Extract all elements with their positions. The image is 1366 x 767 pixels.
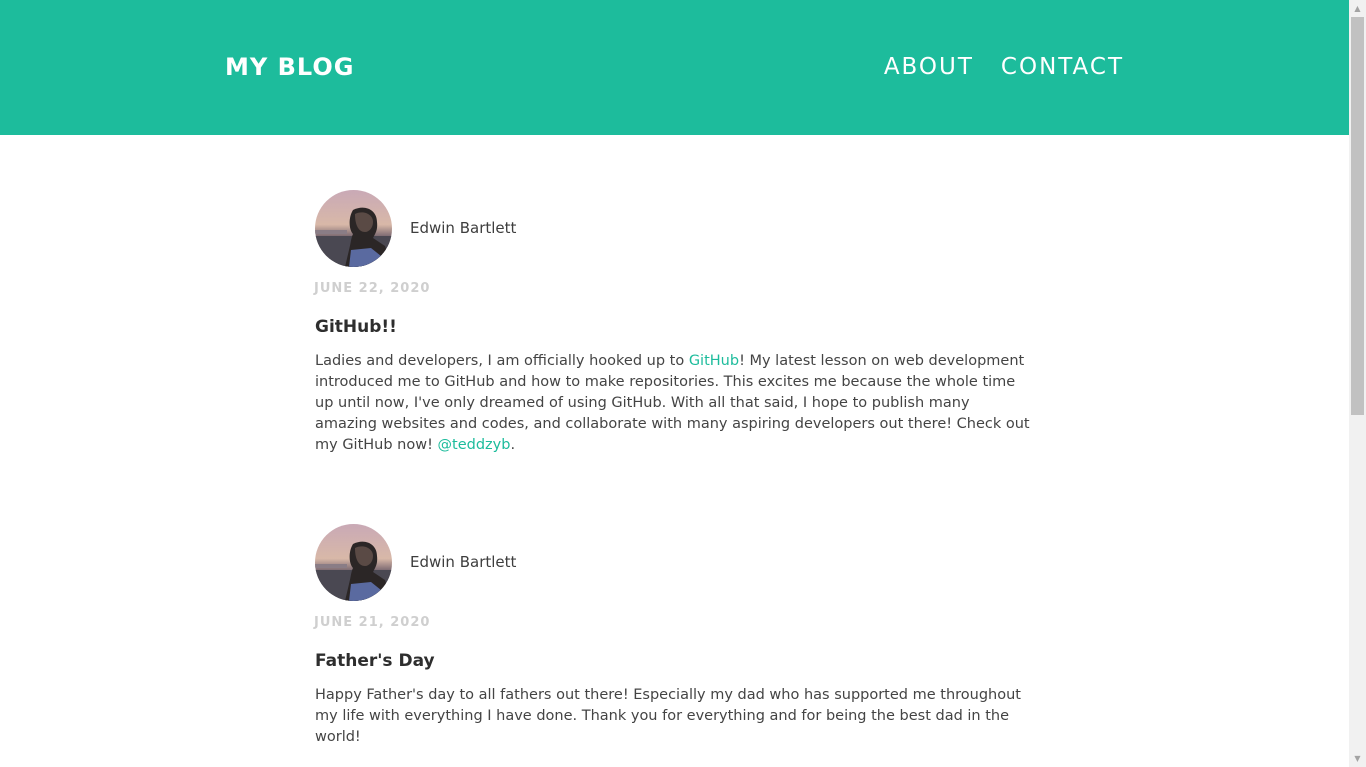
post-text: .	[510, 437, 516, 453]
author-avatar	[315, 189, 392, 267]
post-author-row: Edwin Bartlett	[315, 523, 1035, 601]
post-text: Ladies and developers, I am officially h…	[315, 353, 689, 369]
github-handle-link[interactable]: @teddzyb	[438, 437, 511, 453]
post-author-row: Edwin Bartlett	[315, 189, 1035, 267]
main-nav: ABOUT CONTACT	[884, 51, 1124, 83]
vertical-scrollbar[interactable]: ▲ ▼	[1349, 0, 1366, 767]
github-link[interactable]: GitHub	[689, 353, 739, 369]
post-date: JUNE 21, 2020	[314, 615, 431, 630]
post-body: Ladies and developers, I am officially h…	[315, 351, 1035, 456]
blog-post: Edwin Bartlett JUNE 21, 2020 Father's Da…	[314, 523, 1035, 748]
site-header: MY BLOG ABOUT CONTACT	[0, 0, 1349, 135]
nav-about-link[interactable]: ABOUT	[884, 51, 974, 83]
post-title[interactable]: Father's Day	[315, 649, 1035, 673]
nav-contact-link[interactable]: CONTACT	[1001, 51, 1124, 83]
author-avatar	[315, 523, 392, 601]
author-name: Edwin Bartlett	[410, 219, 517, 237]
author-name: Edwin Bartlett	[410, 553, 517, 571]
scroll-down-arrow-icon[interactable]: ▼	[1349, 750, 1366, 767]
post-body: Happy Father's day to all fathers out th…	[315, 687, 1021, 745]
scroll-thumb[interactable]	[1351, 17, 1364, 415]
brand-link[interactable]: MY BLOG	[225, 51, 354, 83]
blog-post: Edwin Bartlett JUNE 22, 2020 GitHub!! La…	[314, 189, 1035, 456]
page: MY BLOG ABOUT CONTACT Edwin Bartlett JUN…	[0, 0, 1349, 767]
scroll-up-arrow-icon[interactable]: ▲	[1349, 0, 1366, 17]
post-title[interactable]: GitHub!!	[315, 315, 1035, 339]
post-date: JUNE 22, 2020	[314, 281, 431, 296]
